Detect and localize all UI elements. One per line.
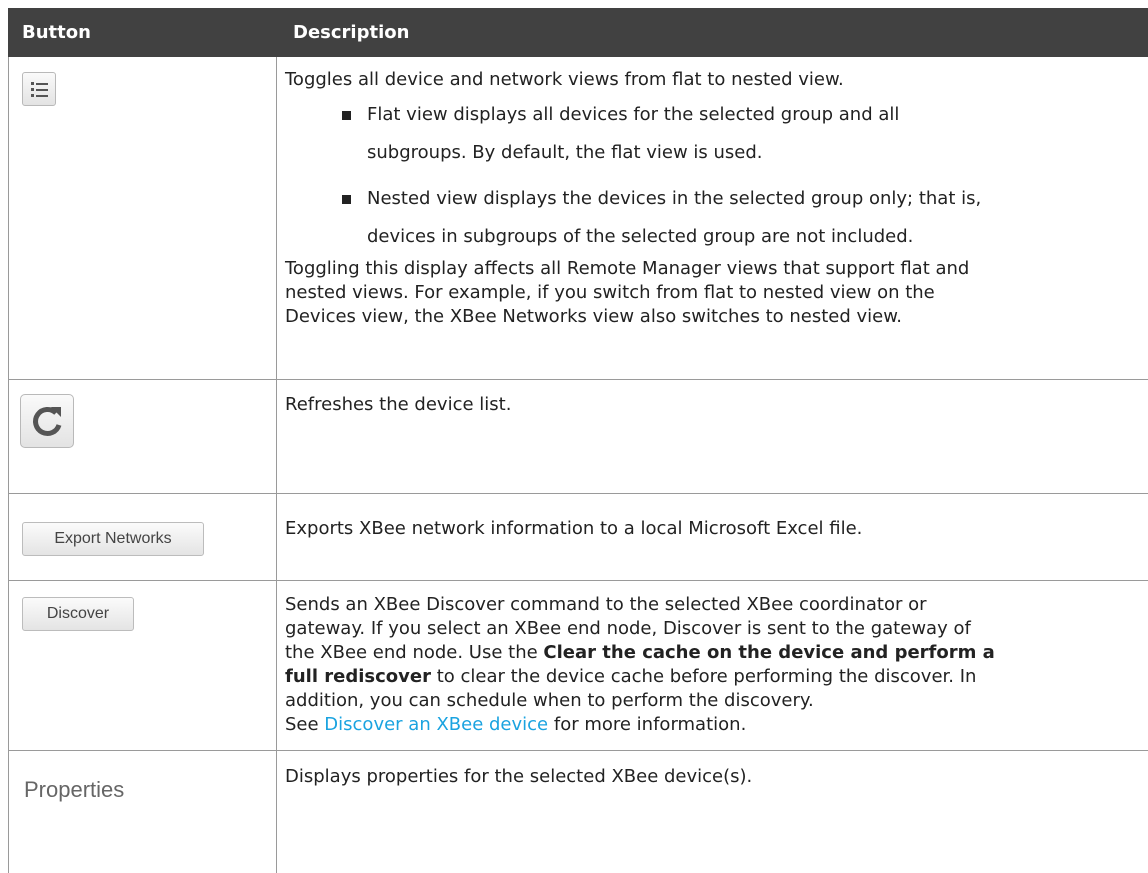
toggle-view-button[interactable] [22, 72, 56, 106]
list-item: Nested view displays the devices in the … [285, 180, 1145, 256]
refresh-icon [33, 407, 62, 436]
row-description: Displays properties for the selected XBe… [285, 766, 753, 787]
row-description: Toggles all device and network views fro… [285, 68, 1145, 329]
table-header: Button Description [8, 8, 1148, 57]
row-description: Exports XBee network information to a lo… [285, 518, 863, 539]
bullet-icon [342, 195, 351, 204]
row-description: Refreshes the device list. [285, 394, 512, 415]
header-button: Button [22, 22, 91, 43]
header-description: Description [293, 22, 410, 43]
properties-button[interactable]: Properties [24, 777, 124, 803]
refresh-button[interactable] [20, 394, 74, 448]
row-divider [8, 379, 1148, 380]
export-networks-button[interactable]: Export Networks [22, 522, 204, 556]
list-item: Flat view displays all devices for the s… [285, 96, 1145, 172]
discover-xbee-device-link[interactable]: Discover an XBee device [324, 714, 548, 735]
row-divider [8, 750, 1148, 751]
row-description: Sends an XBee Discover command to the se… [285, 594, 995, 735]
list-view-icon [31, 82, 48, 97]
bullet-icon [342, 111, 351, 120]
discover-button[interactable]: Discover [22, 597, 134, 631]
row-divider [8, 580, 1148, 581]
row-divider [8, 493, 1148, 494]
